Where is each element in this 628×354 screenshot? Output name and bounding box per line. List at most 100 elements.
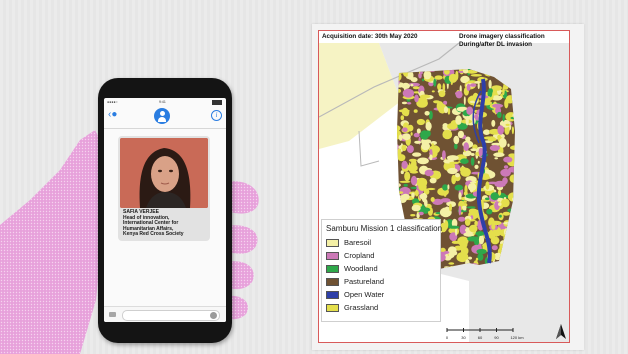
texture-patch — [483, 136, 494, 140]
texture-patch — [402, 133, 411, 141]
texture-patch — [398, 134, 403, 141]
texture-patch — [404, 171, 411, 182]
legend-swatch — [326, 278, 339, 286]
texture-patch — [414, 94, 419, 103]
info-icon[interactable]: i — [211, 110, 222, 121]
texture-patch — [407, 124, 414, 132]
texture-patch — [455, 115, 462, 125]
back-chevron-icon[interactable]: ‹● — [108, 110, 117, 120]
texture-patch — [442, 129, 453, 140]
texture-patch — [425, 121, 432, 131]
texture-patch — [410, 214, 416, 217]
map-subtitle: During/after DL invasion — [459, 41, 533, 48]
send-icon[interactable] — [210, 312, 217, 319]
texture-patch — [474, 164, 479, 169]
texture-patch — [470, 148, 477, 152]
texture-patch — [492, 103, 504, 108]
texture-patch — [458, 192, 462, 200]
texture-patch — [493, 152, 505, 157]
texture-patch — [491, 245, 498, 251]
texture-patch — [494, 157, 498, 160]
texture-patch — [470, 83, 477, 87]
texture-patch — [458, 216, 466, 222]
texture-patch — [413, 109, 418, 113]
video-thumbnail[interactable] — [120, 138, 208, 208]
texture-patch — [478, 147, 483, 157]
texture-patch — [401, 160, 408, 169]
scale-tick: 60 — [478, 335, 483, 340]
texture-patch — [448, 225, 460, 229]
texture-patch — [489, 145, 500, 151]
texture-patch — [437, 83, 442, 91]
contact-avatar-icon[interactable] — [154, 108, 170, 124]
texture-patch — [499, 214, 502, 218]
texture-patch — [497, 111, 502, 119]
texture-patch — [477, 253, 484, 261]
texture-patch — [489, 229, 494, 237]
texture-patch — [429, 154, 433, 161]
legend-swatch — [326, 239, 339, 247]
texture-patch — [466, 206, 476, 209]
texture-patch — [455, 90, 463, 99]
video-message-bubble[interactable]: SAFIA VERJEE Head of innovation, Interna… — [118, 136, 210, 241]
scale-tick: 0 — [446, 335, 449, 340]
texture-patch — [466, 106, 474, 115]
texture-patch — [450, 250, 458, 256]
texture-patch — [470, 157, 475, 166]
texture-patch — [406, 145, 414, 154]
texture-patch — [475, 257, 479, 261]
texture-patch — [403, 183, 408, 187]
texture-patch — [410, 132, 413, 136]
speaker-portrait — [120, 138, 208, 208]
texture-patch — [443, 250, 450, 254]
texture-patch — [406, 102, 412, 105]
texture-patch — [503, 156, 513, 163]
texture-patch — [467, 80, 476, 83]
texture-patch — [462, 205, 467, 210]
texture-patch — [429, 177, 437, 184]
texture-patch — [414, 140, 422, 144]
camera-icon[interactable] — [109, 312, 116, 317]
texture-patch — [424, 111, 430, 116]
texture-patch — [453, 135, 460, 145]
texture-patch — [473, 236, 480, 246]
texture-patch — [464, 218, 471, 226]
texture-patch — [460, 158, 469, 164]
texture-patch — [410, 83, 414, 87]
texture-patch — [418, 182, 427, 191]
texture-patch — [399, 180, 411, 183]
texture-patch — [457, 130, 464, 139]
texture-patch — [423, 211, 428, 214]
texture-patch — [468, 256, 472, 260]
texture-patch — [411, 159, 417, 169]
texture-patch — [400, 115, 405, 121]
texture-patch — [491, 119, 496, 127]
texture-patch — [420, 130, 429, 140]
signal-icon: ●●●●○ — [107, 100, 118, 104]
texture-patch — [443, 192, 447, 197]
phone-screen: ●●●●○ 9:41 ‹● i SAFIA VERJEE Head of inn… — [104, 98, 226, 322]
texture-patch — [410, 175, 418, 186]
texture-patch — [503, 197, 507, 200]
texture-patch — [402, 127, 408, 132]
map-legend: Samburu Mission 1 classification Baresoi… — [321, 219, 442, 322]
texture-patch — [414, 189, 419, 197]
texture-patch — [424, 169, 434, 177]
texture-patch — [442, 184, 449, 191]
texture-patch — [486, 208, 493, 215]
texture-patch — [470, 153, 475, 156]
message-input[interactable] — [122, 310, 220, 321]
texture-patch — [465, 115, 469, 126]
texture-patch — [438, 90, 446, 98]
texture-patch — [424, 139, 432, 144]
texture-patch — [417, 157, 429, 165]
legend-swatch — [326, 265, 339, 273]
texture-patch — [463, 96, 466, 105]
texture-patch — [449, 203, 452, 212]
scale-tick: 90 — [494, 335, 499, 340]
texture-patch — [464, 184, 468, 195]
texture-patch — [447, 184, 450, 190]
map-title: Drone imagery classification — [459, 33, 545, 40]
texture-patch — [488, 79, 492, 89]
texture-patch — [430, 197, 435, 202]
